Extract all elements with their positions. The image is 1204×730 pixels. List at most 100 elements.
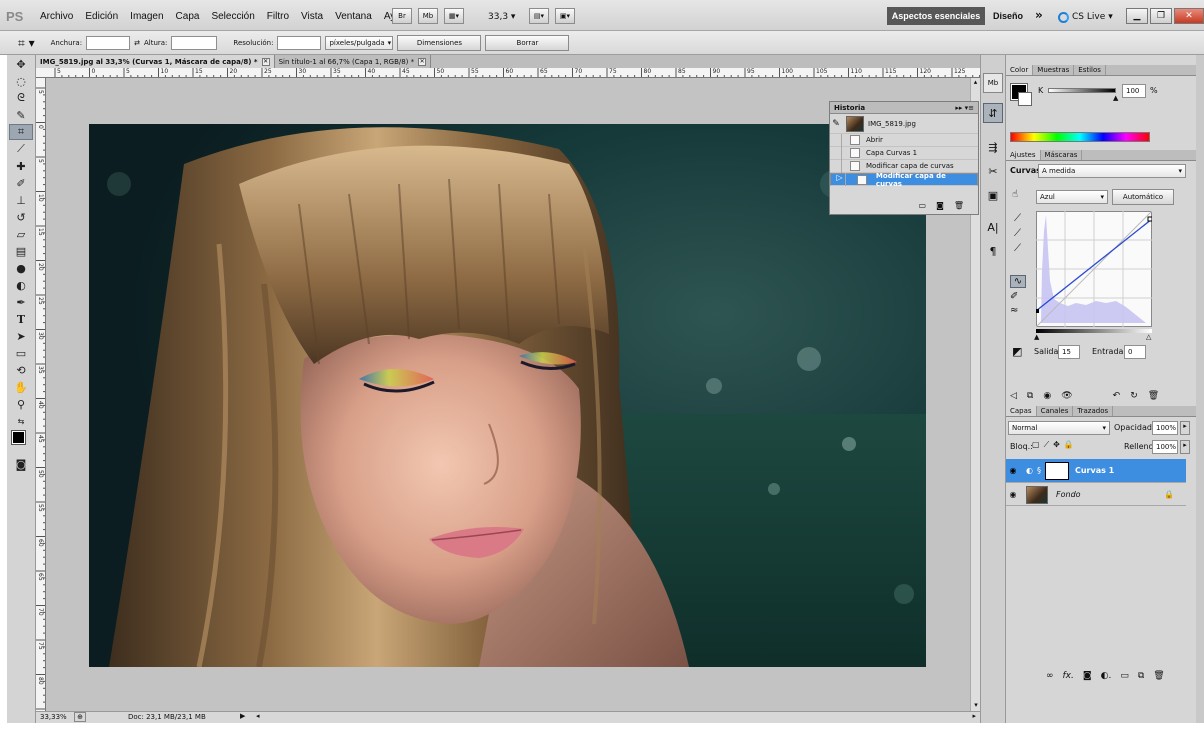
k-slider-handle-icon[interactable]: ▲ <box>1113 94 1118 102</box>
delete-layer-icon[interactable]: 🗑 <box>1153 671 1164 681</box>
layer-name[interactable]: Fondo <box>1056 490 1081 499</box>
minimize-icon[interactable]: ▁ <box>1126 8 1148 24</box>
new-snapshot-icon[interactable]: ◙ <box>936 201 944 214</box>
tab-styles[interactable]: Estilos <box>1074 65 1106 75</box>
dodge-tool-icon[interactable]: ◐ <box>9 277 33 293</box>
close-icon[interactable]: ✕ <box>1174 8 1204 24</box>
view-extras-icon[interactable]: ▦▾ <box>444 8 464 24</box>
tab-masks[interactable]: Máscaras <box>1041 150 1083 160</box>
cs-live-button[interactable]: CS Live ▾ <box>1058 9 1113 25</box>
tab-img-5819[interactable]: IMG_5819.jpg al 33,3% (Curvas 1, Máscara… <box>36 55 275 68</box>
close-tab-icon[interactable]: ✕ <box>418 57 427 66</box>
menu-seleccion[interactable]: Selección <box>211 11 254 22</box>
3d-rotate-tool-icon[interactable]: ⟲ <box>9 362 33 378</box>
channel-select[interactable]: Azul ▾ <box>1036 190 1108 204</box>
quick-mask-icon[interactable]: ◙ <box>9 456 33 472</box>
shape-tool-icon[interactable]: ▭ <box>9 345 33 361</box>
type-tool-icon[interactable]: T <box>9 311 33 327</box>
resolution-units-select[interactable]: píxeles/pulgada ▾ <box>325 36 394 50</box>
on-image-adjust-icon[interactable]: ☝ <box>1012 189 1018 200</box>
scroll-right-icon[interactable]: ▸ <box>972 712 976 720</box>
tab-color[interactable]: Color <box>1006 65 1034 75</box>
brush-source-icon[interactable]: ✎ <box>830 119 842 129</box>
tab-swatches[interactable]: Muestras <box>1033 65 1075 75</box>
toggle-visibility-icon[interactable]: ◉ <box>1043 391 1051 401</box>
layer-row-selected[interactable]: ◉ ◐ § Curvas 1 <box>1006 459 1186 483</box>
history-item[interactable]: Abrir <box>830 133 978 147</box>
eraser-tool-icon[interactable]: ▱ <box>9 226 33 242</box>
fill-input[interactable]: 100% <box>1152 440 1178 454</box>
spot-healing-tool-icon[interactable]: ✚ <box>9 158 33 174</box>
crop-tool-icon[interactable]: ⌗ <box>9 124 33 140</box>
swap-colors-icon[interactable]: ⇆ <box>9 413 33 429</box>
visibility-eye-icon[interactable]: ◉ <box>1006 490 1020 499</box>
black-point-eyedropper-icon[interactable]: ⟋ <box>1014 213 1021 224</box>
auto-button[interactable]: Automático <box>1112 189 1174 205</box>
arrange-documents-icon[interactable]: ▤▾ <box>529 8 549 24</box>
history-snapshot[interactable]: ✎ IMG_5819.jpg <box>830 114 978 134</box>
history-item[interactable]: Capa Curvas 1 <box>830 146 978 160</box>
brush-tool-icon[interactable]: ✐ <box>9 175 33 191</box>
gray-point-eyedropper-icon[interactable]: ⟋ <box>1014 228 1021 239</box>
history-panel-icon[interactable]: ⇵ <box>983 103 1003 123</box>
blur-tool-icon[interactable]: ● <box>9 260 33 276</box>
screen-mode-icon[interactable]: ▣▾ <box>555 8 575 24</box>
scroll-left-icon[interactable]: ◂ <box>256 712 260 720</box>
menu-filtro[interactable]: Filtro <box>267 11 289 22</box>
new-layer-icon[interactable]: ⧉ <box>1138 671 1144 681</box>
lock-transparent-icon[interactable]: ▢ <box>1032 440 1040 450</box>
gradient-tool-icon[interactable]: ▤ <box>9 243 33 259</box>
panel-scrollbar[interactable] <box>1196 55 1204 723</box>
menu-capa[interactable]: Capa <box>176 11 200 22</box>
pen-tool-icon[interactable]: ✒ <box>9 294 33 310</box>
add-mask-icon[interactable]: ◙ <box>1083 671 1092 681</box>
view-previous-icon[interactable]: 👁 <box>1061 391 1072 401</box>
zoom-tool-icon[interactable]: ⚲ <box>9 396 33 412</box>
output-input[interactable]: 15 <box>1058 345 1080 359</box>
front-image-button[interactable]: Dimensiones <box>397 35 482 51</box>
visibility-eye-icon[interactable]: ◉ <box>1006 466 1020 475</box>
restore-icon[interactable]: ❐ <box>1150 8 1172 24</box>
resolution-input[interactable] <box>277 36 322 50</box>
new-adjustment-icon[interactable]: ◐. <box>1101 671 1112 681</box>
tool-presets-panel-icon[interactable]: ▣ <box>983 185 1003 205</box>
layer-name[interactable]: Curvas 1 <box>1075 466 1114 475</box>
crop-tool-preset-icon[interactable]: ⌗ ▾ <box>18 36 35 51</box>
document-image[interactable] <box>89 124 926 667</box>
history-item-selected[interactable]: ▷ Modificar capa de curvas <box>830 172 978 188</box>
white-input-slider-icon[interactable]: △ <box>1146 333 1151 341</box>
edit-points-icon[interactable]: ∿ <box>1010 275 1026 288</box>
delete-state-icon[interactable]: 🗑 <box>954 201 964 214</box>
history-brush-tool-icon[interactable]: ↺ <box>9 209 33 225</box>
workspace-design-button[interactable]: Diseño <box>993 11 1023 21</box>
tab-sin-titulo-1[interactable]: Sin título-1 al 66,7% (Capa 1, RGB/8) * … <box>275 55 432 68</box>
paragraph-panel-icon[interactable]: ¶ <box>983 241 1003 261</box>
panel-menu-icon[interactable]: ▸▸ ▾≡ <box>955 104 974 112</box>
status-menu-arrow-icon[interactable]: ▶ <box>240 712 245 720</box>
k-slider[interactable] <box>1048 88 1116 93</box>
layer-style-icon[interactable]: fx. <box>1063 671 1074 681</box>
lasso-tool-icon[interactable]: ᘓ <box>9 90 33 106</box>
menu-imagen[interactable]: Imagen <box>130 11 163 22</box>
close-tab-icon[interactable]: ✕ <box>261 57 270 66</box>
swap-dimensions-icon[interactable]: ⇄ <box>134 39 140 47</box>
delete-adjustment-icon[interactable]: 🗑 <box>1148 391 1159 401</box>
new-group-icon[interactable]: ▭ <box>1120 671 1129 681</box>
height-input[interactable] <box>171 36 218 50</box>
color-ramp[interactable] <box>1010 132 1150 142</box>
lock-pixels-icon[interactable]: ⟋ <box>1044 440 1050 450</box>
k-value-input[interactable]: 100 <box>1122 84 1146 98</box>
tab-paths[interactable]: Trazados <box>1073 406 1114 416</box>
link-layers-icon[interactable]: ∞ <box>1046 671 1054 681</box>
tab-adjustments[interactable]: Ajustes <box>1006 150 1041 160</box>
tab-layers[interactable]: Capas <box>1006 406 1037 416</box>
eyedropper-tool-icon[interactable]: ⟋ <box>9 141 33 157</box>
foreground-color-swatch[interactable] <box>11 430 26 445</box>
clipping-warning-icon[interactable]: ◩ <box>1012 345 1022 358</box>
fill-arrow-icon[interactable]: ▸ <box>1180 440 1190 454</box>
curves-graph[interactable] <box>1036 211 1152 327</box>
clear-button[interactable]: Borrar <box>485 35 570 51</box>
bridge-button[interactable]: Br <box>392 8 412 24</box>
hand-tool-icon[interactable]: ✋ <box>9 379 33 395</box>
brush-panel-icon[interactable]: ⇶ <box>983 137 1003 157</box>
